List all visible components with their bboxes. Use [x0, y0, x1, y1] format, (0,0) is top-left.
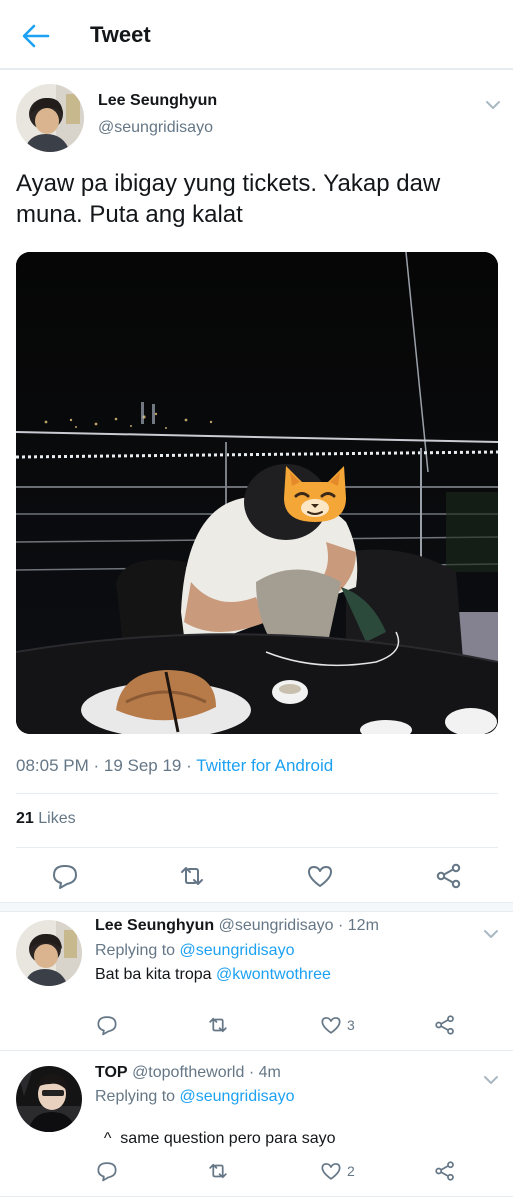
meta-separator: · [88, 756, 104, 775]
reply-author-handle[interactable]: @seungridisayo [219, 917, 334, 934]
chevron-down-icon[interactable] [483, 926, 499, 938]
share-icon[interactable] [434, 1160, 456, 1182]
likes-count[interactable]: 21 Likes [16, 810, 76, 828]
reply-text: ^ same question pero para sayo [95, 1112, 336, 1148]
reply-header: TOP @topoftheworld · 4m [95, 1064, 281, 1082]
reply-icon[interactable] [96, 1160, 118, 1182]
replying-to: Replying to @seungridisayo [95, 1088, 294, 1106]
replying-to-link[interactable]: @seungridisayo [180, 1088, 295, 1105]
replying-to-link[interactable]: @seungridisayo [180, 942, 295, 959]
likes-label: Likes [38, 810, 76, 827]
mention-link[interactable]: @kwontwothree [216, 966, 331, 983]
tweet-photo[interactable] [16, 252, 498, 734]
divider [16, 847, 498, 848]
replying-label: Replying to [95, 942, 176, 959]
tweet-source-link[interactable]: Twitter for Android [196, 756, 333, 775]
reply-avatar[interactable] [16, 1066, 82, 1132]
tweet-text: Ayaw pa ibigay yung tickets. Yakap daw m… [16, 170, 441, 228]
like-count: 3 [347, 1017, 355, 1033]
reply-author-name[interactable]: Lee Seunghyun [95, 917, 214, 934]
tweet-time: 08:05 PM [16, 756, 89, 775]
chevron-down-icon[interactable] [483, 1072, 499, 1084]
reply-author-handle[interactable]: @topoftheworld [132, 1064, 244, 1081]
reply-body: Bat ba kita tropa [95, 966, 212, 983]
retweet-icon[interactable] [178, 862, 206, 890]
divider [16, 793, 498, 794]
reply-author-name[interactable]: TOP [95, 1064, 128, 1081]
author-name[interactable]: Lee Seunghyun [98, 92, 217, 110]
reply-header: Lee Seunghyun @seungridisayo · 12m [95, 917, 379, 935]
heart-icon[interactable] [320, 1014, 342, 1036]
reply-dot: · [333, 917, 348, 934]
reply-age: 4m [258, 1064, 281, 1081]
tweet-date: 19 Sep 19 [103, 756, 182, 775]
reply-age: 12m [347, 917, 379, 934]
replying-label: Replying to [95, 1088, 176, 1105]
cat-face-icon [280, 460, 350, 526]
reply-body: ^ same question pero para sayo [103, 1130, 336, 1147]
tweet-meta: 08:05 PM · 19 Sep 19 · Twitter for Andro… [16, 756, 333, 776]
reply-avatar[interactable] [16, 920, 82, 986]
retweet-icon[interactable] [207, 1014, 229, 1036]
chevron-down-icon[interactable] [485, 97, 501, 109]
reply-icon[interactable] [51, 862, 79, 890]
replying-to: Replying to @seungridisayo [95, 942, 294, 960]
heart-icon[interactable] [306, 862, 334, 890]
heart-icon[interactable] [320, 1160, 342, 1182]
share-icon[interactable] [434, 1014, 456, 1036]
share-icon[interactable] [435, 862, 463, 890]
retweet-icon[interactable] [207, 1160, 229, 1182]
author-handle[interactable]: @seungridisayo [98, 119, 213, 137]
divider [0, 1196, 513, 1197]
likes-number: 21 [16, 810, 34, 827]
reply-icon[interactable] [96, 1014, 118, 1036]
page-title: Tweet [90, 22, 151, 47]
top-bar: Tweet [0, 0, 513, 70]
like-count: 2 [347, 1163, 355, 1179]
reply-text: Bat ba kita tropa @kwontwothree [95, 966, 331, 984]
divider [0, 1050, 513, 1051]
back-arrow-icon[interactable] [20, 22, 50, 50]
section-separator [0, 902, 513, 912]
meta-separator: · [181, 756, 197, 775]
author-avatar[interactable] [16, 84, 84, 152]
reply-dot: · [244, 1064, 259, 1081]
